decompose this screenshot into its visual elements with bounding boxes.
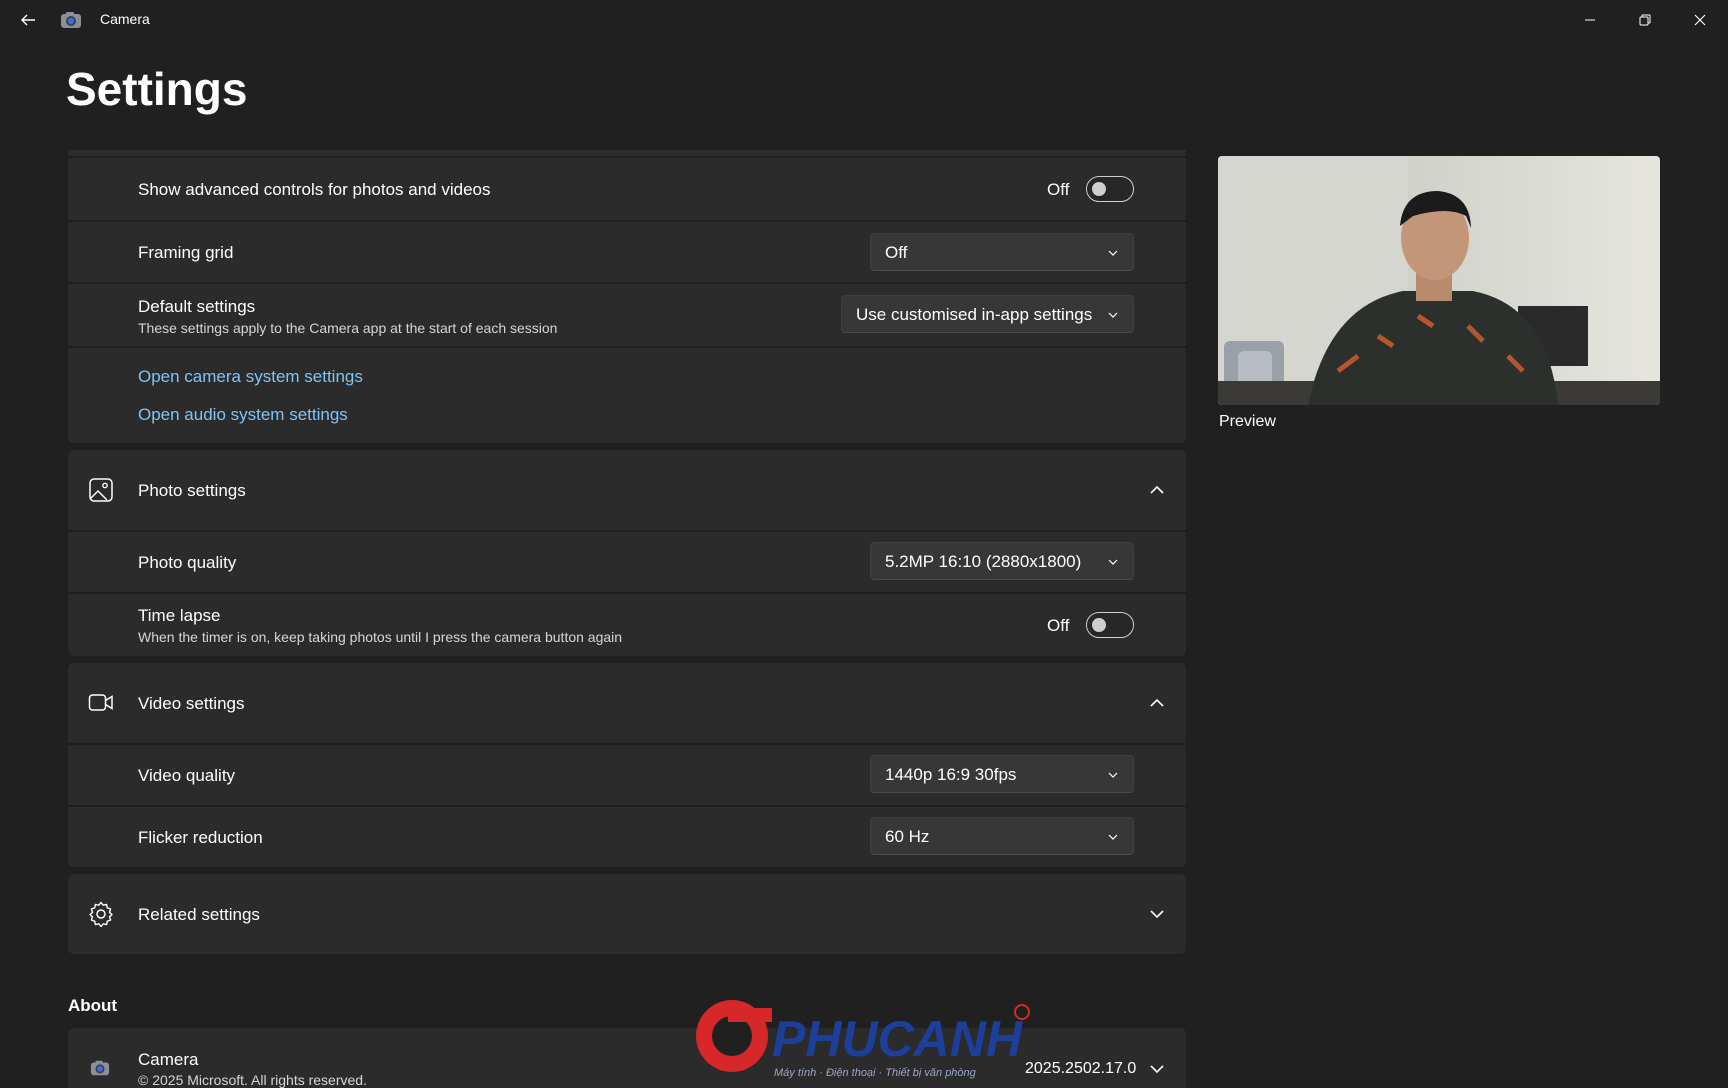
advanced-controls-row: Show advanced controls for photos and vi… (68, 158, 1186, 220)
svg-text:PHUCANH: PHUCANH (772, 1011, 1023, 1067)
phucanh-logo: PHUCANH Máy tính · Điện thoại · Thiết bị… (696, 1000, 1030, 1079)
advanced-controls-toggle[interactable] (1086, 176, 1134, 202)
default-settings-value: Use customised in-app settings (856, 305, 1093, 324)
minimize-button[interactable] (1562, 0, 1618, 40)
photo-quality-value: 5.2MP 16:10 (2880x1800) (885, 552, 1082, 571)
framing-grid-value: Off (885, 243, 908, 262)
divider (68, 346, 1186, 348)
close-icon (1694, 14, 1706, 26)
video-quality-row: Video quality 1440p 16:9 30fps (68, 745, 1186, 805)
photo-settings-header[interactable]: Photo settings (68, 450, 1186, 530)
chevron-down-icon (1108, 559, 1118, 565)
default-settings-row: Default settings These settings apply to… (68, 284, 1186, 346)
chevron-down-icon (1108, 250, 1118, 256)
open-audio-system-settings-link[interactable]: Open audio system settings (138, 405, 348, 425)
chevron-down-icon (1150, 1065, 1164, 1074)
brand-watermark: PHUCANH Máy tính · Điện thoại · Thiết bị… (692, 996, 1032, 1080)
open-camera-system-settings-link[interactable]: Open camera system settings (138, 367, 363, 387)
chevron-up-icon (1150, 485, 1164, 494)
restore-icon (1639, 14, 1651, 26)
video-quality-dropdown[interactable]: 1440p 16:9 30fps (870, 755, 1134, 793)
about-app-name: Camera (138, 1050, 199, 1069)
about-copyright: © 2025 Microsoft. All rights reserved. (138, 1072, 367, 1088)
time-lapse-toggle[interactable] (1086, 612, 1134, 638)
preview-label: Preview (1219, 413, 1276, 430)
video-settings-title: Video settings (138, 694, 245, 713)
flicker-reduction-row: Flicker reduction 60 Hz (68, 807, 1186, 867)
title-bar: Camera (0, 0, 1728, 40)
close-button[interactable] (1672, 0, 1728, 40)
time-lapse-label: Time lapse (138, 606, 221, 625)
framing-grid-row: Framing grid Off (68, 222, 1186, 282)
photo-settings-panel: Photo settings Photo quality 5.2MP 16:10… (68, 450, 1186, 656)
advanced-controls-state: Off (1047, 180, 1070, 199)
time-lapse-state: Off (1047, 616, 1070, 635)
general-settings-panel: Show advanced controls for photos and vi… (68, 150, 1186, 443)
chevron-down-icon (1150, 910, 1164, 919)
default-settings-description: These settings apply to the Camera app a… (138, 320, 558, 336)
page-title: Settings (66, 63, 248, 115)
minimize-icon (1585, 19, 1595, 21)
toggle-knob (1092, 182, 1106, 196)
flicker-reduction-label: Flicker reduction (138, 828, 263, 847)
chevron-down-icon (1108, 834, 1118, 840)
framing-grid-dropdown[interactable]: Off (870, 233, 1134, 271)
photo-quality-label: Photo quality (138, 553, 237, 572)
time-lapse-description: When the timer is on, keep taking photos… (138, 629, 623, 645)
video-settings-panel: Video settings Video quality 1440p 16:9 … (68, 663, 1186, 867)
video-camera-icon (88, 694, 113, 711)
chevron-down-icon (1108, 772, 1118, 778)
camera-preview (1218, 156, 1660, 405)
image-icon (89, 478, 113, 502)
photo-quality-dropdown[interactable]: 5.2MP 16:10 (2880x1800) (870, 542, 1134, 580)
video-quality-label: Video quality (138, 766, 236, 785)
window-title: Camera (100, 11, 150, 27)
svg-text:Máy tính · Điện thoại · Thiết: Máy tính · Điện thoại · Thiết bị văn phò… (774, 1067, 977, 1079)
related-settings-panel[interactable]: Related settings (68, 874, 1186, 954)
flicker-reduction-dropdown[interactable]: 60 Hz (870, 817, 1134, 855)
default-settings-dropdown[interactable]: Use customised in-app settings (841, 295, 1134, 333)
toggle-knob (1092, 618, 1106, 632)
preview-image (1218, 156, 1660, 405)
video-settings-header[interactable]: Video settings (68, 663, 1186, 743)
camera-app-icon (90, 1060, 110, 1076)
default-settings-label: Default settings (138, 297, 256, 316)
back-button[interactable] (14, 6, 42, 34)
back-arrow-icon (21, 14, 35, 26)
related-settings-title: Related settings (138, 905, 260, 924)
video-quality-value: 1440p 16:9 30fps (885, 765, 1017, 784)
chevron-up-icon (1150, 698, 1164, 707)
restore-button[interactable] (1617, 0, 1673, 40)
framing-grid-label: Framing grid (138, 243, 234, 262)
camera-app-icon (61, 12, 81, 28)
time-lapse-row: Time lapse When the timer is on, keep ta… (68, 594, 1186, 656)
gear-icon (89, 901, 113, 927)
photo-quality-row: Photo quality 5.2MP 16:10 (2880x1800) (68, 532, 1186, 592)
about-version: 2025.2502.17.0 (1025, 1060, 1137, 1077)
flicker-reduction-value: 60 Hz (885, 827, 930, 846)
photo-settings-title: Photo settings (138, 481, 246, 500)
chevron-down-icon (1108, 312, 1118, 318)
advanced-controls-label: Show advanced controls for photos and vi… (138, 180, 491, 199)
about-heading: About (68, 996, 118, 1015)
